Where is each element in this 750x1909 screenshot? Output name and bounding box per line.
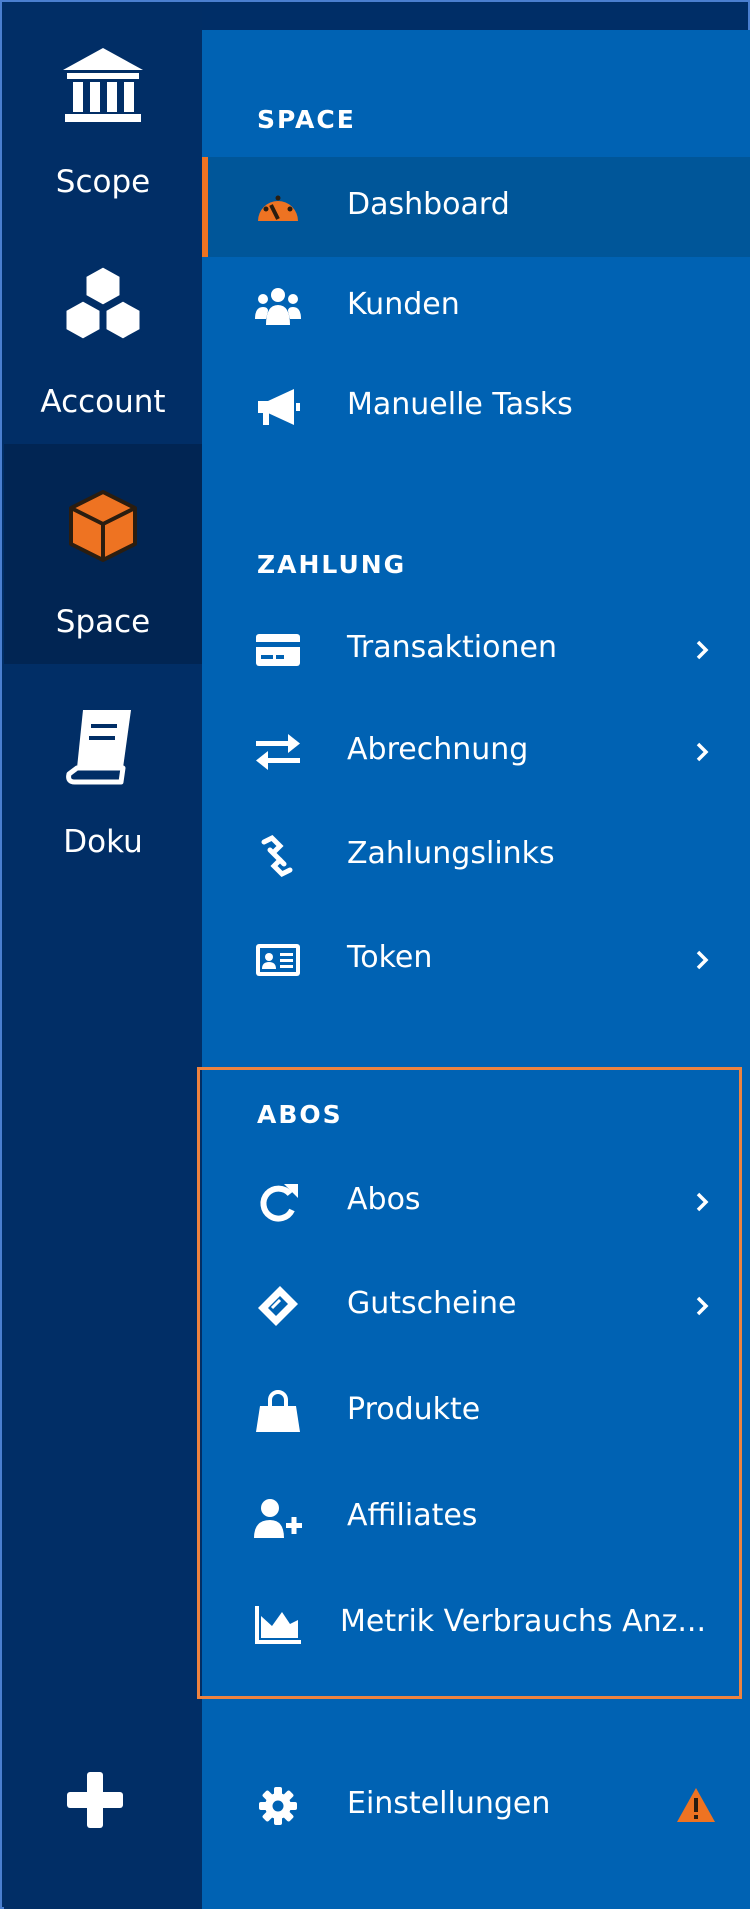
- rail-item-account[interactable]: Account: [4, 224, 202, 444]
- shopping-bag-icon: [256, 1390, 300, 1432]
- add-button[interactable]: [67, 1772, 123, 1828]
- chevron-right-icon: [696, 742, 709, 762]
- refresh-icon: [260, 1184, 298, 1222]
- cubes-icon: [63, 264, 143, 342]
- exchange-icon: [256, 734, 300, 770]
- gauge-icon: [258, 195, 298, 221]
- menu-item-label: Zahlungslinks: [347, 836, 555, 871]
- ticket-icon: [258, 1286, 298, 1326]
- menu-item-label: Transaktionen: [347, 630, 557, 665]
- menu-item-label: Metrik Verbrauchs Anz...: [340, 1604, 707, 1639]
- gear-icon: [259, 1787, 297, 1825]
- chevron-right-icon: [696, 1296, 709, 1316]
- menu-item-label: Einstellungen: [347, 1786, 551, 1821]
- menu-item-label: Abos: [347, 1182, 421, 1217]
- chevron-right-icon: [696, 950, 709, 970]
- rail-label-account: Account: [40, 384, 166, 420]
- menu-item-label: Produkte: [347, 1392, 481, 1427]
- credit-card-icon: [256, 634, 300, 666]
- menu-item-label: Dashboard: [347, 187, 510, 222]
- navigation-frame: Scope Account Space Doku SPACE Dashboard…: [0, 0, 750, 1909]
- menu-item-label: Kunden: [347, 287, 460, 322]
- user-plus-icon: [254, 1499, 302, 1538]
- chevron-right-icon: [696, 640, 709, 660]
- link-icon: [261, 834, 293, 878]
- menu-item-abos[interactable]: Abos: [202, 1152, 750, 1252]
- menu-item-affiliates[interactable]: Affiliates: [202, 1468, 750, 1568]
- menu-item-dashboard[interactable]: Dashboard: [202, 157, 750, 257]
- menu-item-label: Manuelle Tasks: [347, 387, 573, 422]
- area-chart-icon: [255, 1606, 301, 1644]
- menu-item-metrik-verbrauchs[interactable]: Metrik Verbrauchs Anz...: [202, 1574, 750, 1674]
- menu-item-zahlungslinks[interactable]: Zahlungslinks: [202, 806, 750, 906]
- menu-item-label: Abrechnung: [347, 732, 529, 767]
- bank-icon: [63, 48, 143, 122]
- chevron-right-icon: [696, 1192, 709, 1212]
- menu-item-abrechnung[interactable]: Abrechnung: [202, 702, 750, 802]
- rail-label-doku: Doku: [63, 824, 143, 860]
- users-icon: [255, 288, 301, 325]
- menu-item-label: Affiliates: [347, 1498, 478, 1533]
- rail-label-scope: Scope: [55, 164, 151, 200]
- menu-item-label: Gutscheine: [347, 1286, 517, 1321]
- space-menu-panel: SPACE Dashboard Kunden Manuelle Tasks ZA…: [202, 30, 750, 1909]
- megaphone-icon: [258, 389, 300, 425]
- menu-item-manuelle-tasks[interactable]: Manuelle Tasks: [202, 357, 750, 457]
- book-icon: [66, 710, 131, 785]
- menu-item-kunden[interactable]: Kunden: [202, 257, 750, 357]
- menu-item-einstellungen[interactable]: Einstellungen: [202, 1756, 750, 1856]
- rail-item-space[interactable]: Space: [4, 444, 202, 664]
- menu-item-transaktionen[interactable]: Transaktionen: [202, 600, 750, 700]
- section-title-space: SPACE: [257, 105, 356, 134]
- menu-item-gutscheine[interactable]: Gutscheine: [202, 1256, 750, 1356]
- id-card-icon: [256, 944, 300, 976]
- section-title-zahlung: ZAHLUNG: [257, 550, 407, 579]
- rail-item-scope[interactable]: Scope: [4, 4, 202, 224]
- cube-icon: [69, 490, 137, 562]
- menu-item-label: Token: [347, 940, 433, 975]
- rail-item-doku[interactable]: Doku: [4, 664, 202, 884]
- warning-icon: [677, 1788, 715, 1822]
- main-rail: Scope Account Space Doku: [4, 4, 202, 1909]
- menu-item-produkte[interactable]: Produkte: [202, 1362, 750, 1462]
- menu-item-token[interactable]: Token: [202, 910, 750, 1010]
- section-title-abos: ABOS: [257, 1100, 343, 1129]
- rail-label-space: Space: [55, 604, 151, 640]
